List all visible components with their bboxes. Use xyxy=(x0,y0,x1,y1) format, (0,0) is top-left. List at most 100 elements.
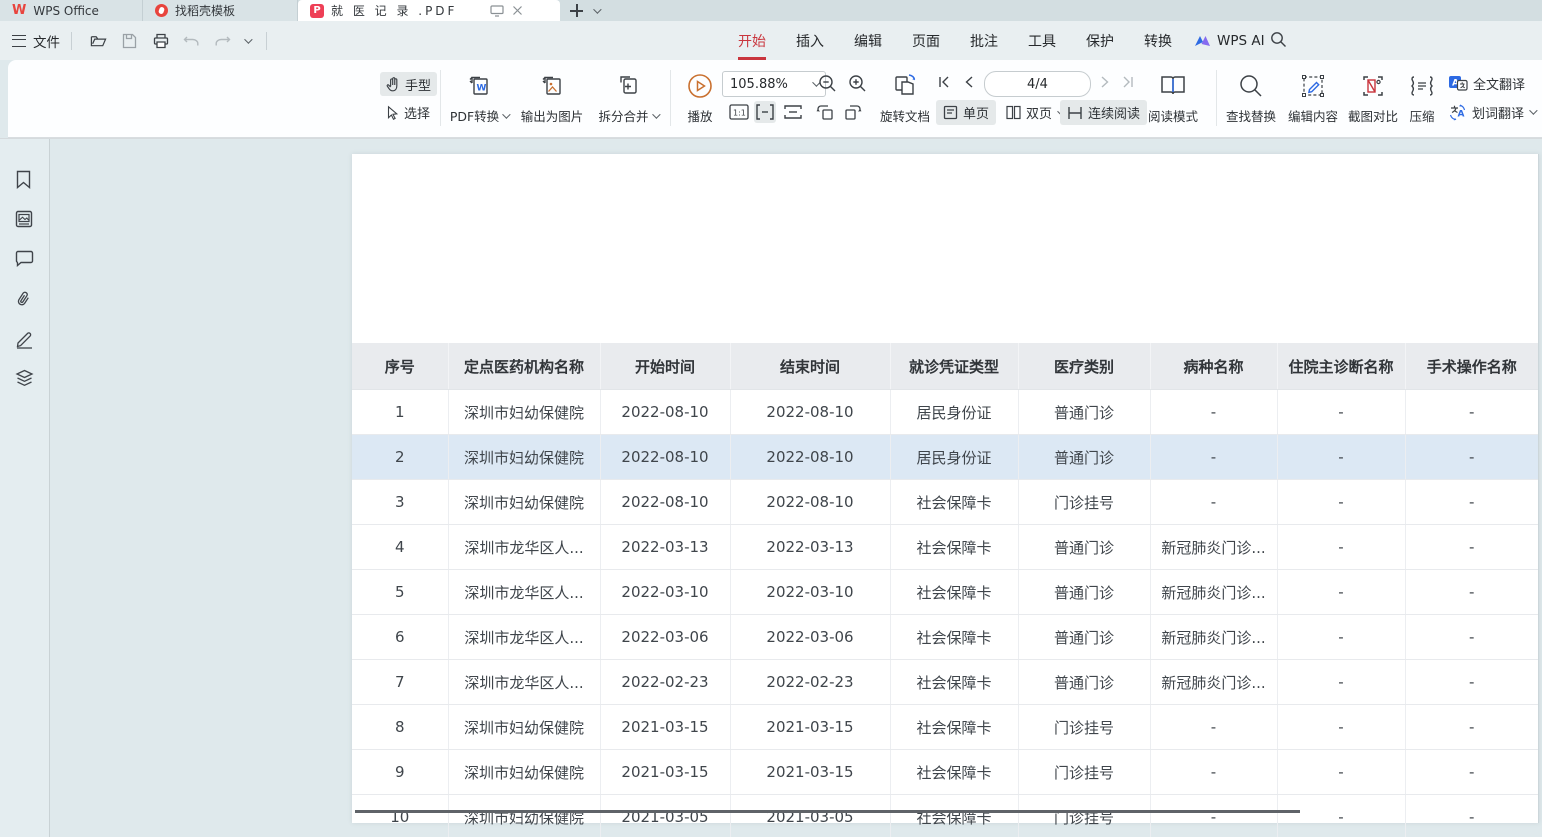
file-menu-button[interactable]: 文件 xyxy=(33,31,60,51)
close-icon[interactable] xyxy=(512,5,523,16)
table-cell: 普通门诊 xyxy=(1018,390,1150,435)
menu-tab-wps-ai[interactable]: WPS AI xyxy=(1194,21,1265,60)
layers-icon[interactable] xyxy=(15,369,34,388)
menu-search-icon[interactable] xyxy=(1270,31,1287,52)
play-button[interactable]: 播放 xyxy=(676,66,724,130)
table-cell: - xyxy=(1405,570,1538,615)
continuous-read-button[interactable]: 连续阅读 xyxy=(1060,100,1147,125)
split-merge-button[interactable]: 拆分合并 xyxy=(592,66,664,130)
find-replace-button[interactable]: 查找替换 xyxy=(1222,66,1280,130)
table-row[interactable]: 2深圳市妇幼保健院2022-08-102022-08-10居民身份证普通门诊--… xyxy=(352,435,1538,480)
last-page-button[interactable] xyxy=(1120,74,1136,90)
print-icon[interactable] xyxy=(152,32,169,49)
table-header-cell: 序号 xyxy=(352,343,448,390)
bookmark-icon[interactable] xyxy=(15,170,34,189)
table-row[interactable]: 6深圳市龙华区人...2022-03-062022-03-06社会保障卡普通门诊… xyxy=(352,615,1538,660)
table-cell: 新冠肺炎门诊... xyxy=(1150,525,1277,570)
fit-width-button[interactable] xyxy=(754,101,776,123)
rotate-document-button[interactable]: 旋转文档 xyxy=(874,66,936,130)
fit-page-button[interactable] xyxy=(782,101,804,123)
undo-icon[interactable] xyxy=(183,32,200,49)
export-image-button[interactable]: 输出为图片 xyxy=(516,66,588,130)
table-cell: 2021-03-15 xyxy=(730,750,890,795)
table-row[interactable]: 7深圳市龙华区人...2022-02-232022-02-23社会保障卡普通门诊… xyxy=(352,660,1538,705)
table-cell: 普通门诊 xyxy=(1018,525,1150,570)
compress-button[interactable]: 压缩 xyxy=(1402,66,1442,130)
table-row[interactable]: 5深圳市龙华区人...2022-03-102022-03-10社会保障卡普通门诊… xyxy=(352,570,1538,615)
open-folder-icon[interactable] xyxy=(90,32,107,49)
page-indicator-input[interactable]: 4/4 xyxy=(984,71,1091,97)
word-translate-button[interactable]: A 划词翻译 xyxy=(1448,101,1535,123)
screenshot-compare-button[interactable]: 截图对比 xyxy=(1344,66,1402,130)
save-icon[interactable] xyxy=(121,32,138,49)
single-page-mode-button[interactable]: 单页 xyxy=(936,100,996,125)
menu-tab-tools[interactable]: 工具 xyxy=(1028,31,1056,51)
screenshot-compare-icon xyxy=(1360,70,1386,102)
menu-tab-protect[interactable]: 保护 xyxy=(1086,31,1114,51)
table-cell: - xyxy=(1405,525,1538,570)
attachment-icon[interactable] xyxy=(15,290,34,309)
select-tool-button[interactable]: 选择 xyxy=(380,100,437,124)
redo-icon[interactable] xyxy=(214,32,231,49)
tab-list-chevron-icon[interactable] xyxy=(593,5,601,13)
table-header-cell: 医疗类别 xyxy=(1018,343,1150,390)
horizontal-scrollbar[interactable] xyxy=(355,810,1300,813)
table-cell: 新冠肺炎门诊... xyxy=(1150,660,1277,705)
edit-content-button[interactable]: 编辑内容 xyxy=(1284,66,1342,130)
rotate-left-button[interactable] xyxy=(814,101,836,123)
menu-tab-convert[interactable]: 转换 xyxy=(1144,31,1172,51)
rotate-document-icon xyxy=(891,70,919,102)
svg-text:W: W xyxy=(477,84,487,94)
tab-wps-office[interactable]: W WPS Office xyxy=(0,0,143,21)
menu-tab-comment[interactable]: 批注 xyxy=(970,31,998,51)
new-tab-icon[interactable] xyxy=(570,4,583,17)
full-translate-button[interactable]: A 全文翻译 xyxy=(1448,72,1525,94)
table-header-row: 序号定点医药机构名称开始时间结束时间就诊凭证类型医疗类别病种名称住院主诊断名称手… xyxy=(352,343,1538,390)
divider xyxy=(266,32,267,50)
hand-tool-button[interactable]: 手型 xyxy=(380,72,437,96)
quickbar-chevron-icon[interactable] xyxy=(244,35,252,43)
table-row[interactable]: 10深圳市妇幼保健院2021-03-052021-03-05社会保障卡门诊挂号-… xyxy=(352,795,1538,837)
next-page-button[interactable] xyxy=(1097,74,1113,90)
table-body: 1深圳市妇幼保健院2022-08-102022-08-10居民身份证普通门诊--… xyxy=(352,390,1538,837)
table-cell: 门诊挂号 xyxy=(1018,480,1150,525)
monitor-icon[interactable] xyxy=(490,5,504,17)
signature-icon[interactable] xyxy=(15,330,34,349)
table-cell: 3 xyxy=(352,480,448,525)
comment-icon[interactable] xyxy=(15,250,34,269)
hamburger-icon[interactable] xyxy=(12,35,26,47)
table-cell: 深圳市龙华区人... xyxy=(448,660,600,705)
pdf-convert-button[interactable]: W PDF转换 xyxy=(446,66,512,130)
table-row[interactable]: 8深圳市妇幼保健院2021-03-152021-03-15社会保障卡门诊挂号--… xyxy=(352,705,1538,750)
table-cell: 2022-02-23 xyxy=(600,660,730,705)
tab-document[interactable]: P 就 医 记 录 .PDF xyxy=(298,0,560,21)
table-row[interactable]: 3深圳市妇幼保健院2022-08-102022-08-10社会保障卡门诊挂号--… xyxy=(352,480,1538,525)
first-page-button[interactable] xyxy=(936,74,952,90)
table-cell: 2022-03-13 xyxy=(730,525,890,570)
table-row[interactable]: 9深圳市妇幼保健院2021-03-152021-03-15社会保障卡门诊挂号--… xyxy=(352,750,1538,795)
zoom-level-select[interactable]: 105.88% xyxy=(722,71,826,97)
menu-tab-insert[interactable]: 插入 xyxy=(796,31,824,51)
table-cell: - xyxy=(1405,390,1538,435)
tab-docer-templates[interactable]: 找稻壳模板 xyxy=(143,0,298,21)
double-page-icon xyxy=(1006,105,1021,120)
menu-tab-edit[interactable]: 编辑 xyxy=(854,31,882,51)
document-viewport[interactable]: 序号定点医药机构名称开始时间结束时间就诊凭证类型医疗类别病种名称住院主诊断名称手… xyxy=(50,139,1542,837)
previous-page-button[interactable] xyxy=(960,74,976,90)
play-icon xyxy=(687,70,713,102)
zoom-in-button[interactable] xyxy=(846,72,868,94)
table-cell: 2022-08-10 xyxy=(730,390,890,435)
table-row[interactable]: 1深圳市妇幼保健院2022-08-102022-08-10居民身份证普通门诊--… xyxy=(352,390,1538,435)
wps-office-window: W WPS Office 找稻壳模板 P 就 医 记 录 .PDF 文件 xyxy=(0,0,1542,837)
actual-size-button[interactable]: 1:1 xyxy=(728,101,750,123)
table-row[interactable]: 4深圳市龙华区人...2022-03-132022-03-13社会保障卡普通门诊… xyxy=(352,525,1538,570)
ribbon-toolbar: 手型 选择 W PDF转换 输出为图片 拆分合并 播放 105.88% xyxy=(0,60,1542,138)
search-icon xyxy=(1238,70,1264,102)
menu-tab-home[interactable]: 开始 xyxy=(738,31,766,51)
table-cell: 居民身份证 xyxy=(890,435,1018,480)
menu-tab-page[interactable]: 页面 xyxy=(912,31,940,51)
read-mode-button[interactable]: 阅读模式 xyxy=(1142,66,1204,130)
rotate-right-button[interactable] xyxy=(842,101,864,123)
zoom-out-button[interactable] xyxy=(816,72,838,94)
thumbnail-icon[interactable] xyxy=(15,210,34,229)
